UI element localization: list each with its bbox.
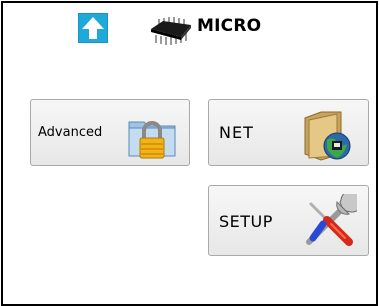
setup-button[interactable]: SETUP xyxy=(208,185,369,256)
advanced-button[interactable]: Advanced xyxy=(30,99,190,166)
net-button-label: NET xyxy=(219,123,254,142)
main-window: MICRO Advanced NET SETUP xyxy=(1,1,378,306)
tools-icon xyxy=(306,194,357,246)
advanced-button-label: Advanced xyxy=(38,125,103,140)
padlock-folder-icon xyxy=(128,121,176,159)
up-arrow-icon[interactable] xyxy=(78,13,108,43)
page-title: MICRO xyxy=(197,16,262,36)
setup-button-label: SETUP xyxy=(219,212,273,231)
network-folder-icon xyxy=(304,111,351,161)
microchip-icon xyxy=(151,17,191,45)
net-button[interactable]: NET xyxy=(208,99,369,166)
